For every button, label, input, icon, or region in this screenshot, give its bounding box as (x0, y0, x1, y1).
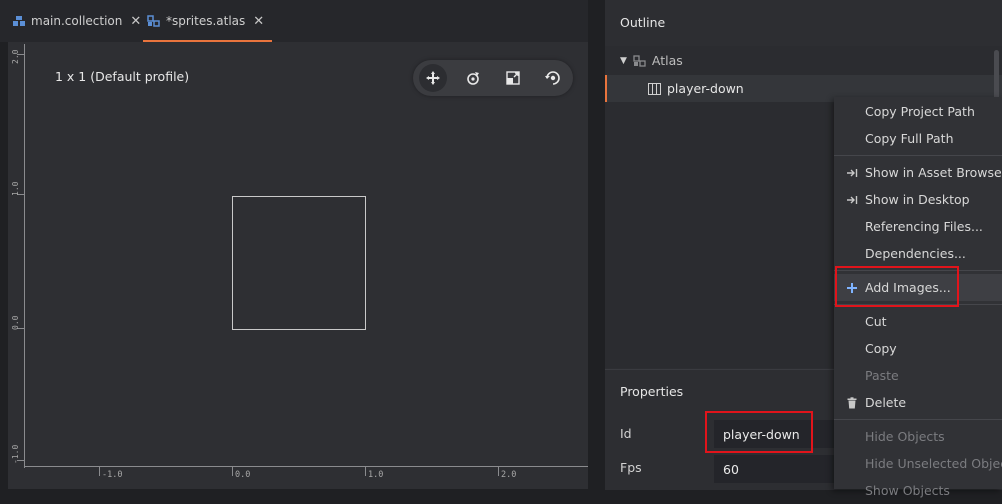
collection-icon (12, 15, 26, 27)
context-menu: Copy Project Path Copy Full Path Show in… (834, 97, 1002, 498)
display-profile-label: 1 x 1 (Default profile) (55, 69, 190, 84)
menu-item-copy-full-path[interactable]: Copy Full Path (834, 125, 1002, 152)
properties-title: Properties (620, 384, 684, 399)
ruler-label: 1.0 (368, 470, 384, 480)
tab-label: *sprites.atlas (166, 14, 246, 28)
menu-item-paste: Paste (865, 368, 899, 383)
menu-item-show-in-desktop[interactable]: Show in Desktop (834, 186, 1002, 213)
menu-item-cut[interactable]: Cut (834, 308, 1002, 335)
trash-icon (845, 396, 859, 410)
ruler-tick (99, 467, 100, 476)
menu-item-copy-project-path[interactable]: Copy Project Path (834, 98, 1002, 125)
ruler-label: 0.0 (11, 315, 20, 330)
menu-item-show-in-asset-browser[interactable]: Show in Asset Browser (834, 159, 1002, 186)
atlas-icon (633, 54, 647, 67)
menu-item-dependencies[interactable]: Dependencies... (834, 240, 1002, 267)
menu-item-show-objects: Show Objects (865, 483, 950, 498)
ruler-label: 0.0 (235, 470, 251, 480)
id-label: Id (620, 426, 632, 441)
outline-item-atlas[interactable]: ▼ Atlas (620, 53, 683, 68)
fps-label: Fps (620, 460, 642, 475)
expand-arrow-icon[interactable]: ▼ (620, 56, 627, 66)
ruler-label: 2.0 (501, 470, 517, 480)
outline-item-label: Atlas (651, 53, 683, 68)
scene-toolbar (413, 60, 573, 96)
close-tab-icon[interactable]: ✕ (130, 14, 141, 29)
fps-field[interactable]: 60 (714, 455, 834, 483)
reveal-arrow-icon (845, 193, 859, 207)
tab-main-collection[interactable]: main.collection ✕ (12, 0, 141, 42)
tab-label: main.collection (31, 14, 123, 28)
animation-bounds-box[interactable] (232, 196, 366, 330)
editor-tab-bar: main.collection ✕ *sprites.atlas ✕ (0, 0, 588, 42)
camera-reset-icon[interactable] (539, 64, 567, 92)
menu-item-copy[interactable]: Copy (834, 335, 1002, 362)
menu-item-hide-unselected-objects: Hide Unselected Objects (865, 456, 1002, 471)
menu-item-delete[interactable]: Delete (834, 389, 1002, 416)
ruler-label: -1.0 (11, 444, 20, 464)
outline-item-label: player-down (667, 81, 744, 96)
plus-icon (845, 281, 859, 295)
rotate-tool-icon[interactable] (459, 64, 487, 92)
ruler-tick (498, 467, 499, 476)
ruler-label: -1.0 (102, 470, 123, 480)
ruler-tick (232, 467, 233, 476)
outline-title: Outline (620, 15, 666, 30)
reveal-arrow-icon (845, 166, 859, 180)
menu-item-hide-objects: Hide Objects (865, 429, 945, 444)
outline-item-player-down[interactable]: player-down (648, 81, 744, 96)
ruler-label: 2.0 (11, 49, 20, 64)
ruler-tick (365, 467, 366, 476)
tab-sprites-atlas[interactable]: *sprites.atlas ✕ (143, 0, 273, 42)
atlas-icon (147, 15, 161, 27)
menu-separator (834, 304, 1002, 305)
menu-item-add-images[interactable]: Add Images... (834, 274, 1002, 301)
vertical-ruler (10, 44, 25, 468)
menu-separator (834, 270, 1002, 271)
ruler-label: 1.0 (11, 181, 20, 196)
id-field[interactable]: player-down (714, 420, 834, 448)
close-tab-icon[interactable]: ✕ (253, 14, 264, 29)
menu-item-referencing-files[interactable]: Referencing Files... (834, 213, 1002, 240)
menu-separator (834, 419, 1002, 420)
scale-tool-icon[interactable] (499, 64, 527, 92)
animation-icon (648, 82, 661, 95)
menu-separator (834, 155, 1002, 156)
move-tool-icon[interactable] (419, 64, 447, 92)
